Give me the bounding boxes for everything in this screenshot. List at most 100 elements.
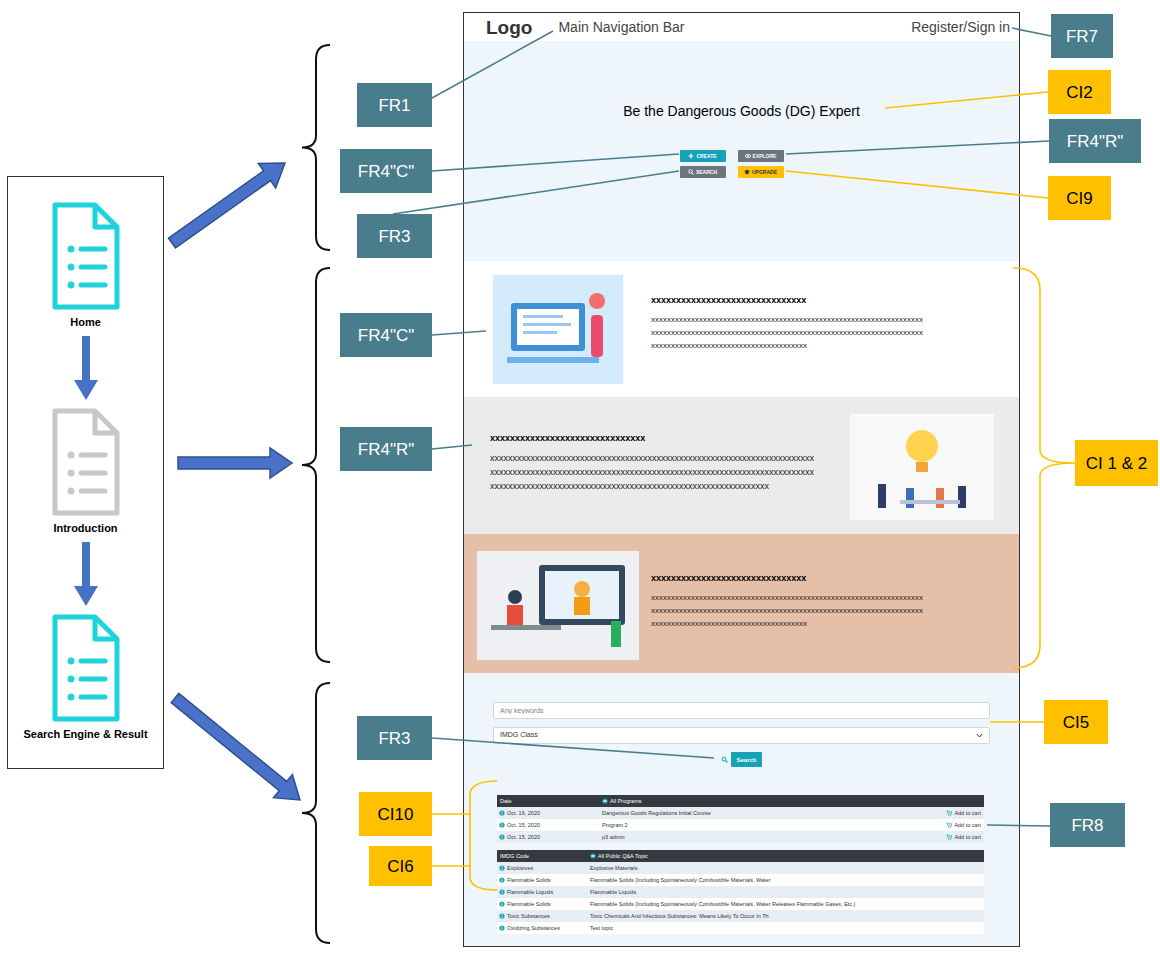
annotation-label: CI2 [1048, 70, 1111, 114]
add-to-cart-link[interactable]: Add to cart [946, 809, 984, 817]
plus-icon [688, 153, 694, 159]
section-body: xxxxxxxxxxxxxxxxxxxxxxxxxxxxxxxxxxxxxxxx… [490, 451, 814, 493]
table-row[interactable]: Flammable LiquidsFlammable Liquids [497, 886, 984, 898]
label-text: CI2 [1066, 84, 1092, 101]
code-text: Flammable Solids [507, 876, 551, 884]
intro-section: xxxxxxxxxxxxxxxxxxxxxxxxxxxxxxxxxxxxxxxx… [464, 397, 1019, 534]
date-text: Oct. 16, 2020 [507, 809, 540, 817]
flow-arrow [74, 329, 98, 407]
section-body: xxxxxxxxxxxxxxxxxxxxxxxxxxxxxxxxxxxxxxxx… [651, 313, 923, 352]
table-row[interactable]: Flammable SolidsFlammable Solids (Includ… [497, 898, 984, 910]
hero-buttons: CREATE EXPLORE SEARCH UPGRADE [680, 150, 784, 178]
annotation-label: FR4"R" [340, 427, 432, 471]
column-header: All Programs [610, 797, 641, 805]
annotation-label: CI6 [369, 846, 432, 886]
connector-line [393, 171, 679, 214]
button-label: UPGRADE [752, 170, 777, 175]
connector-line [432, 738, 714, 758]
code-cell: Flammable Solids [497, 900, 590, 908]
topics-table: IMDG CodeAll Public Q&A TopicExplosivesE… [497, 850, 984, 934]
program-cell: p3 admin [602, 833, 946, 841]
action-text: Add to cart [954, 821, 981, 829]
code-cell: Toxic Substances [497, 912, 590, 920]
label-text: FR4"C" [358, 327, 414, 344]
annotation-label: CI10 [359, 792, 432, 836]
annotation-overlay [0, 0, 1160, 959]
label-text: FR7 [1066, 28, 1098, 45]
flow-arrow [171, 693, 300, 800]
annotation-label: FR4"C" [340, 313, 432, 357]
page-label: Search Engine & Result [23, 727, 147, 741]
code-text: Oxidizing Substances [507, 924, 560, 932]
magnifier-icon [721, 756, 728, 763]
program-cell: Dangerous Goods Regulations Initial Cour… [602, 809, 946, 817]
action-text: Add to cart [954, 809, 981, 817]
section-line: xxxxxxxxxxxxxxxxxxxxxxxxxxxxxxxxxxxxxxxx… [651, 591, 923, 604]
explore-button[interactable]: EXPLORE [738, 150, 784, 162]
programs-table: DateAll ProgramsOct. 16, 2020Dangerous G… [497, 795, 984, 843]
upgrade-button[interactable]: UPGRADE [738, 166, 784, 178]
date-text: Oct. 15, 2020 [507, 821, 540, 829]
code-text: Toxic Substances [507, 912, 550, 920]
create-button[interactable]: CREATE [680, 150, 726, 162]
program-cell: Program 2 [602, 821, 946, 829]
topic-cell: Toxic Chemicals And Infectious Substance… [590, 912, 984, 920]
section-line: xxxxxxxxxxxxxxxxxxxxxxxxxxxxxxxxxxxxxxx [651, 617, 923, 630]
connector-line [987, 825, 1050, 826]
illustration [493, 275, 623, 384]
section-line: xxxxxxxxxxxxxxxxxxxxxxxxxxxxxxxxxxxxxxxx… [490, 479, 814, 493]
table-row[interactable]: Toxic Substances Toxic Chemicals And Infe… [497, 910, 984, 922]
imdg-class-select[interactable]: IMDG Class [493, 727, 990, 744]
annotation-label: FR8 [1050, 803, 1125, 847]
eye-icon [590, 853, 596, 859]
logo[interactable]: Logo [486, 18, 532, 37]
code-cell: Oxidizing Substances [497, 924, 590, 932]
code-text: Explosives [507, 864, 533, 872]
annotation-label: FR4"C" [340, 149, 432, 193]
cart-icon [946, 834, 952, 840]
eye-icon [745, 153, 751, 159]
illustration [477, 551, 639, 660]
table-row[interactable]: Oct. 15, 2020 Program 2 Add to cart [497, 819, 984, 831]
add-to-cart-link[interactable]: Add to cart [946, 833, 984, 841]
date-cell: Oct. 15, 2020 [497, 833, 602, 841]
action-text: Add to cart [954, 833, 981, 841]
column-header-cell: All Public Q&A Topic [590, 852, 984, 860]
section-line: xxxxxxxxxxxxxxxxxxxxxxxxxxxxxxxxxxxxxxxx… [490, 451, 814, 465]
topic-cell: Explosive Materials [590, 864, 984, 872]
search-section: IMDG ClassSearchDateAll ProgramsOct. 16,… [464, 673, 1019, 946]
search-button[interactable]: SEARCH [680, 166, 726, 178]
annotation-label: CI5 [1044, 700, 1108, 744]
connector-line [432, 865, 470, 867]
section-brace [302, 45, 330, 250]
date-text: Oct. 15, 2020 [507, 833, 540, 841]
label-text: FR4"C" [358, 163, 414, 180]
table-row[interactable]: Oct. 15, 2020 p3 admin Add to cart [497, 831, 984, 843]
illustration [850, 414, 994, 520]
table-row[interactable]: Flammable SolidsFlammable Solids (Includ… [497, 874, 984, 886]
section-text: xxxxxxxxxxxxxxxxxxxxxxxxxxxxxxxxxxxxxxxx… [490, 433, 814, 493]
table-header: IMDG CodeAll Public Q&A Topic [497, 850, 984, 862]
register-sign-in-link[interactable]: Register/Sign in [911, 20, 1010, 34]
column-header: IMDG Code [497, 852, 590, 860]
table-row[interactable]: Explosives Explosive Materials [497, 862, 984, 874]
page-flow-panel: HomeIntroductionSearch Engine & Result [7, 176, 164, 769]
topic-cell: Flammable Solids (Including Spontaneousl… [590, 900, 984, 908]
code-text: Flammable Liquids [507, 888, 553, 896]
flow-arrow [169, 163, 286, 248]
search-submit-button[interactable]: Search [731, 752, 761, 767]
content-brace [470, 781, 497, 890]
info-icon [499, 877, 505, 883]
label-text: FR3 [378, 228, 410, 245]
keyword-input[interactable] [493, 702, 990, 719]
add-to-cart-link[interactable]: Add to cart [946, 821, 984, 829]
hero-title: Be the Dangerous Goods (DG) Expert [623, 102, 860, 120]
table-row[interactable]: Oxidizing SubstancesTest topic [497, 922, 984, 934]
table-row[interactable]: Oct. 16, 2020 Dangerous Goods Regulations… [497, 807, 984, 819]
annotation-label: FR1 [357, 83, 432, 127]
page-label: Introduction [53, 521, 117, 535]
intro-section: xxxxxxxxxxxxxxxxxxxxxxxxxxxxxxxxxxxxxxxx… [464, 261, 1019, 397]
eye-icon [602, 798, 608, 804]
document-icon [51, 407, 121, 517]
connector-line [885, 92, 1048, 108]
